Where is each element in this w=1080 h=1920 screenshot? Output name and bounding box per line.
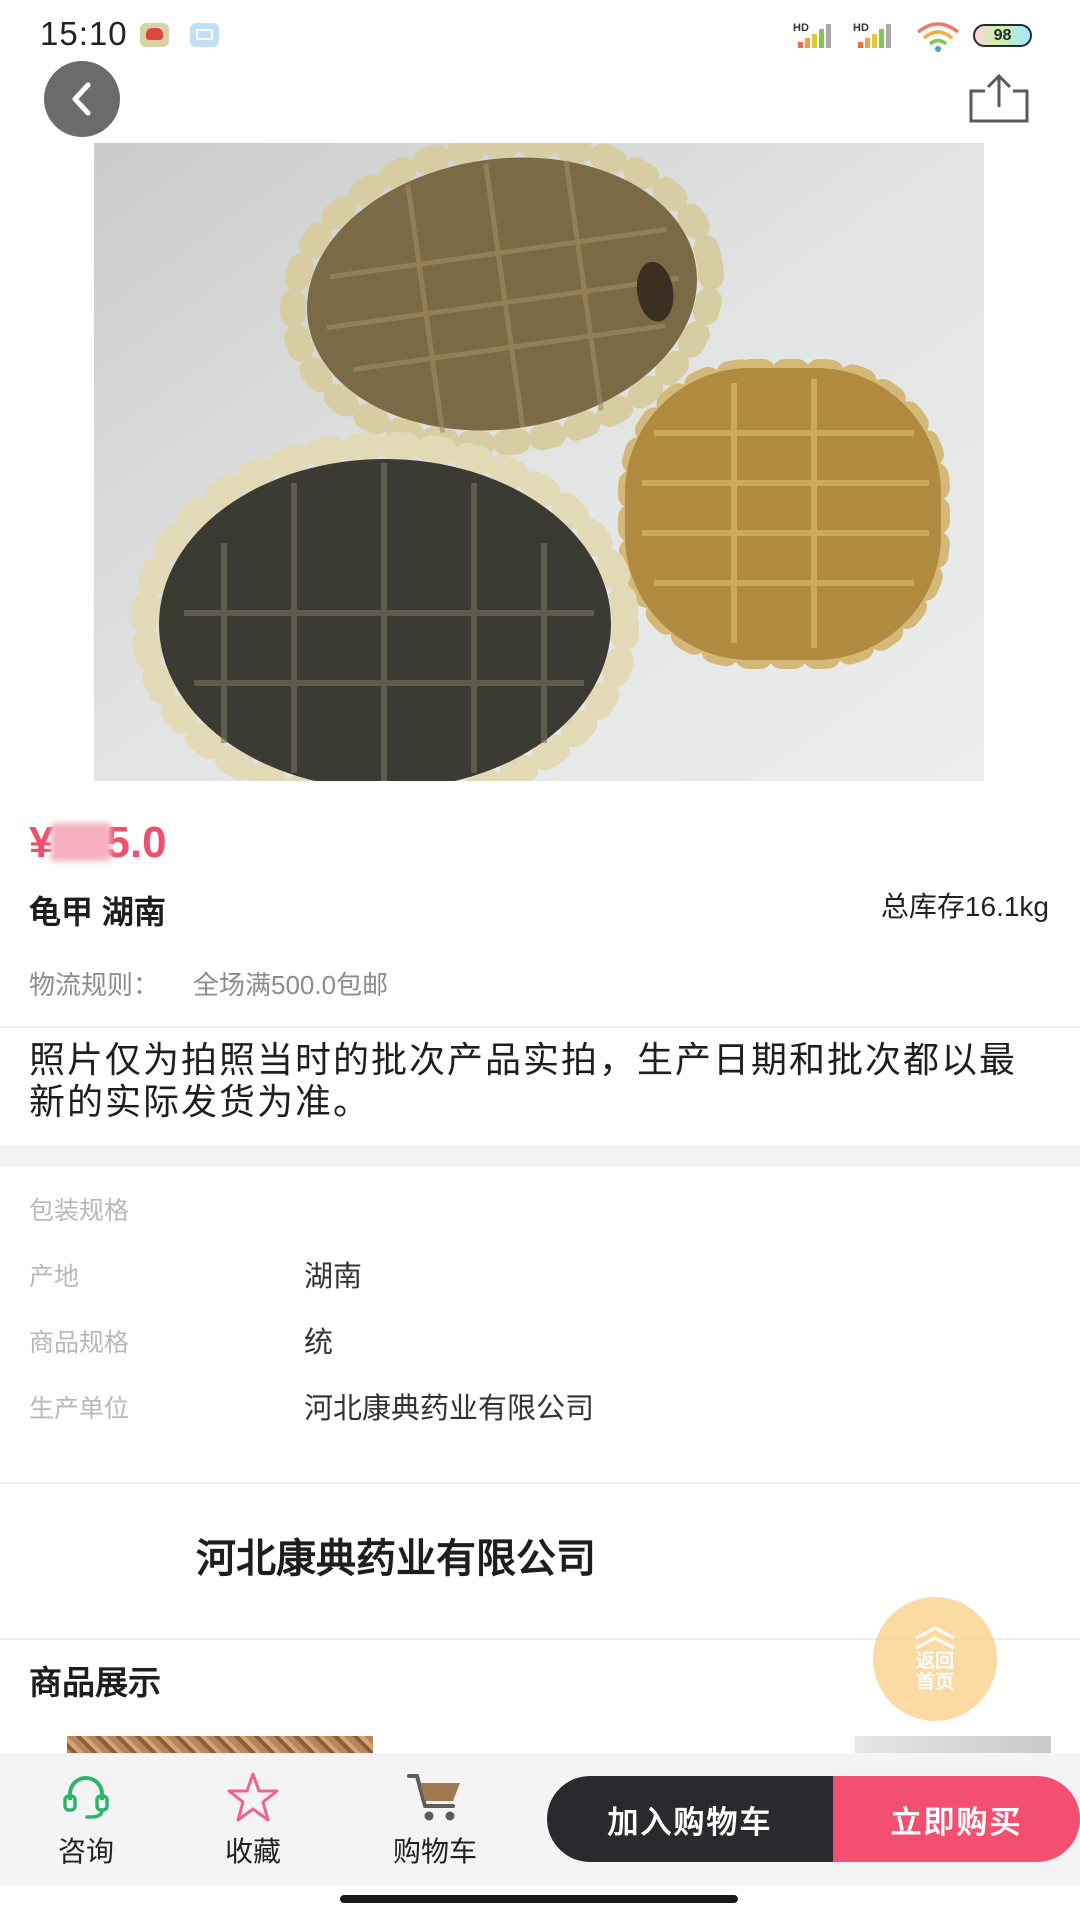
favorite-label: 收藏 <box>224 1836 281 1867</box>
shipping-label: 物流规则： <box>29 970 160 1000</box>
spec-label-packaging: 包装规格 <box>29 1197 130 1225</box>
favorite-button[interactable]: 收藏 <box>183 1770 323 1880</box>
spec-value-manufacturer: 河北康典药业有限公司 <box>304 1393 595 1425</box>
divider <box>0 1482 1080 1484</box>
product-image[interactable] <box>94 143 984 781</box>
signal-icon-1: HD <box>793 22 831 48</box>
consult-label: 咨询 <box>57 1836 114 1867</box>
buy-now-button[interactable]: 立即购买 <box>833 1776 1080 1862</box>
company-name[interactable]: 河北康典药业有限公司 <box>196 1535 596 1583</box>
add-to-cart-button[interactable]: 加入购物车 <box>547 1776 833 1862</box>
consult-button[interactable]: 咨询 <box>16 1770 156 1880</box>
svg-text:HD: HD <box>853 22 869 34</box>
headset-icon <box>62 1770 110 1824</box>
spec-label-origin: 产地 <box>29 1263 80 1291</box>
svg-text:HD: HD <box>793 22 809 34</box>
app-notification-icon <box>140 23 169 47</box>
status-time: 15:10 <box>40 15 128 52</box>
turtle-shell-photo <box>94 143 984 781</box>
section-separator <box>0 1145 1080 1167</box>
product-title: 龟甲 湖南 <box>29 894 166 930</box>
showcase-title: 商品展示 <box>29 1664 161 1701</box>
back-to-home-label: 返回首页 <box>915 1651 954 1693</box>
spec-value-specification: 统 <box>304 1327 334 1359</box>
mail-notification-icon <box>190 23 219 47</box>
home-indicator[interactable] <box>340 1895 738 1903</box>
product-notice: 照片仅为拍照当时的批次产品实拍，生产日期和批次都以最新的实际发货为准。 <box>29 1039 1018 1122</box>
share-icon[interactable] <box>967 73 1031 123</box>
price-tail: 5.0 <box>105 818 167 867</box>
signal-icon-2: HD <box>853 22 891 48</box>
battery-indicator: 98 <box>973 24 1032 47</box>
back-button[interactable] <box>44 61 120 137</box>
double-chevron-up-icon <box>915 1626 955 1650</box>
product-stock: 总库存16.1kg <box>880 891 1049 922</box>
shipping-rule: 全场满500.0包邮 <box>193 970 389 1000</box>
price-redaction <box>51 823 112 861</box>
product-price: ¥5.0 <box>29 818 167 868</box>
spec-label-manufacturer: 生产单位 <box>29 1395 130 1423</box>
cart-button[interactable]: 购物车 <box>365 1770 505 1880</box>
cart-label: 购物车 <box>392 1836 477 1867</box>
back-to-home-button[interactable]: 返回首页 <box>873 1597 997 1721</box>
chevron-left-icon <box>72 82 91 116</box>
shell-right <box>618 359 950 669</box>
price-symbol: ¥ <box>29 818 54 867</box>
divider <box>0 1026 1080 1028</box>
cart-icon <box>406 1770 464 1824</box>
spec-value-origin: 湖南 <box>304 1261 363 1293</box>
shell-bottom <box>131 432 639 781</box>
spec-label-specification: 商品规格 <box>29 1329 130 1357</box>
wifi-icon <box>916 22 960 52</box>
star-icon <box>226 1770 280 1824</box>
